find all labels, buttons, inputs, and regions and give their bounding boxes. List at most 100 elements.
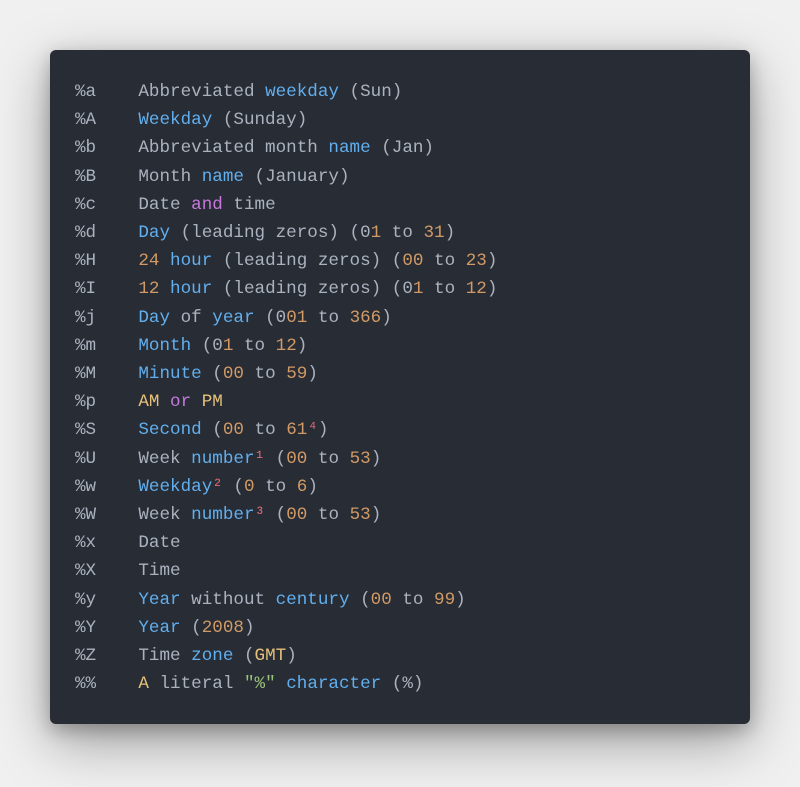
desc-token: 0	[360, 223, 371, 243]
desc-token: )	[297, 336, 308, 356]
desc-token: Year	[138, 618, 180, 638]
desc-token: to	[307, 505, 349, 525]
desc-token: 00	[286, 505, 307, 525]
desc-token: (leading zeros) (	[170, 223, 360, 243]
strftime-reference: %a Abbreviated weekday (Sun)%A Weekday (…	[75, 78, 725, 698]
desc-token: 00	[223, 420, 244, 440]
desc-token	[276, 674, 287, 694]
desc-token: hour	[170, 251, 212, 271]
desc-token: and	[191, 195, 223, 215]
code-line: %j Day of year (001 to 366)	[75, 304, 725, 332]
desc-token: 1	[223, 336, 234, 356]
desc-token: 31	[423, 223, 444, 243]
desc-token: Week	[138, 449, 191, 469]
desc-token: to	[244, 364, 286, 384]
desc-token: Weekday	[138, 110, 212, 130]
desc-token: 99	[434, 590, 455, 610]
desc-token: 366	[350, 308, 382, 328]
desc-token: 23	[466, 251, 487, 271]
format-code: %y	[75, 590, 96, 610]
desc-token	[159, 251, 170, 271]
desc-token: )	[286, 646, 297, 666]
code-card: %a Abbreviated weekday (Sun)%A Weekday (…	[50, 50, 750, 724]
format-code: %x	[75, 533, 96, 553]
desc-token	[159, 279, 170, 299]
desc-token: 00	[286, 449, 307, 469]
desc-token: Time	[138, 561, 180, 581]
desc-token: or	[170, 392, 191, 412]
desc-token: to	[423, 279, 465, 299]
code-line: %y Year without century (00 to 99)	[75, 586, 725, 614]
desc-token: )	[487, 279, 498, 299]
desc-token: (Sun)	[339, 82, 402, 102]
desc-token: without	[181, 590, 276, 610]
desc-token: (	[265, 505, 286, 525]
code-line: %x Date	[75, 529, 725, 557]
desc-token: (	[350, 590, 371, 610]
desc-token: A	[138, 674, 149, 694]
code-line: %B Month name (January)	[75, 163, 725, 191]
code-line: %% A literal "%" character (%)	[75, 670, 725, 698]
desc-token: 59	[286, 364, 307, 384]
desc-token: (%)	[381, 674, 423, 694]
desc-token	[159, 392, 170, 412]
desc-token: number	[191, 449, 254, 469]
format-code: %d	[75, 223, 96, 243]
format-code: %a	[75, 82, 96, 102]
code-line: %Z Time zone (GMT)	[75, 642, 725, 670]
format-code: %X	[75, 561, 96, 581]
desc-token: (	[191, 336, 212, 356]
desc-token: 1	[297, 308, 308, 328]
format-code: %H	[75, 251, 96, 271]
desc-token: 6	[297, 477, 308, 497]
code-line: %w Weekday² (0 to 6)	[75, 473, 725, 501]
desc-token: PM	[202, 392, 223, 412]
format-code: %W	[75, 505, 96, 525]
desc-token: year	[212, 308, 254, 328]
desc-token: century	[276, 590, 350, 610]
desc-token: number	[191, 505, 254, 525]
format-code: %B	[75, 167, 96, 187]
desc-token: ¹	[255, 449, 266, 469]
desc-token: (	[181, 618, 202, 638]
desc-token: Weekday	[138, 477, 212, 497]
desc-token: of	[170, 308, 212, 328]
desc-token: (Jan)	[371, 138, 434, 158]
desc-token: )	[307, 477, 318, 497]
format-code: %w	[75, 477, 96, 497]
desc-token: literal	[149, 674, 244, 694]
desc-token: Month	[138, 167, 201, 187]
desc-token: to	[233, 336, 275, 356]
desc-token: 0	[244, 477, 255, 497]
desc-token: 12	[138, 279, 159, 299]
code-line: %W Week number³ (00 to 53)	[75, 501, 725, 529]
desc-token: Minute	[138, 364, 201, 384]
desc-token: to	[392, 590, 434, 610]
desc-token: to	[423, 251, 465, 271]
desc-token: 61	[286, 420, 307, 440]
desc-token: 00	[371, 590, 392, 610]
format-code: %c	[75, 195, 96, 215]
desc-token: Date	[138, 195, 191, 215]
code-line: %b Abbreviated month name (Jan)	[75, 134, 725, 162]
desc-token: )	[487, 251, 498, 271]
desc-token: ³	[255, 505, 266, 525]
code-line: %A Weekday (Sunday)	[75, 106, 725, 134]
desc-token: 0	[276, 308, 287, 328]
code-line: %a Abbreviated weekday (Sun)	[75, 78, 725, 106]
desc-token: )	[381, 308, 392, 328]
desc-token	[191, 392, 202, 412]
code-line: %d Day (leading zeros) (01 to 31)	[75, 219, 725, 247]
format-code: %m	[75, 336, 96, 356]
desc-token: to	[307, 308, 349, 328]
code-line: %m Month (01 to 12)	[75, 332, 725, 360]
desc-token: (January)	[244, 167, 350, 187]
format-code: %S	[75, 420, 96, 440]
desc-token: )	[244, 618, 255, 638]
desc-token: (	[233, 646, 254, 666]
desc-token: ²	[212, 477, 223, 497]
desc-token: to	[244, 420, 286, 440]
desc-token: )	[371, 449, 382, 469]
desc-token: Second	[138, 420, 201, 440]
code-line: %H 24 hour (leading zeros) (00 to 23)	[75, 247, 725, 275]
